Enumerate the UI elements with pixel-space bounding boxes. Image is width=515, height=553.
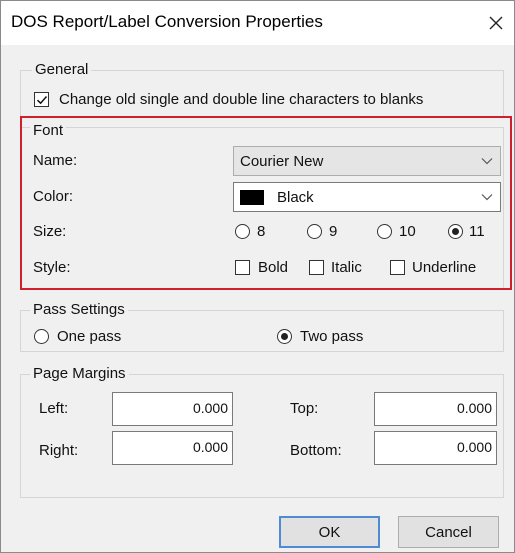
font-style-label: Style: bbox=[33, 259, 71, 276]
window-title: DOS Report/Label Conversion Properties bbox=[11, 12, 323, 31]
font-name-select[interactable]: Courier New bbox=[233, 146, 501, 176]
chevron-down-icon bbox=[481, 158, 493, 165]
change-lines-label: Change old single and double line charac… bbox=[59, 91, 424, 108]
size-radio-8[interactable] bbox=[235, 224, 250, 239]
ok-button[interactable]: OK bbox=[279, 516, 380, 548]
left-margin-input[interactable]: 0.000 bbox=[112, 392, 233, 426]
top-margin-input[interactable]: 0.000 bbox=[374, 392, 497, 426]
size-label-8: 8 bbox=[257, 223, 266, 240]
bottom-margin-label: Bottom: bbox=[290, 442, 342, 459]
title-bar: DOS Report/Label Conversion Properties bbox=[1, 1, 514, 45]
general-legend: General bbox=[32, 61, 92, 79]
left-margin-label: Left: bbox=[39, 400, 69, 417]
font-color-select[interactable]: Black bbox=[233, 182, 501, 212]
right-margin-input[interactable]: 0.000 bbox=[112, 431, 233, 465]
one-pass-radio[interactable] bbox=[34, 329, 49, 344]
font-name-label: Name: bbox=[33, 152, 78, 169]
margins-legend: Page Margins bbox=[30, 365, 129, 383]
right-margin-label: Right: bbox=[39, 442, 79, 459]
bottom-margin-input[interactable]: 0.000 bbox=[374, 431, 497, 465]
style-italic-label: Italic bbox=[331, 259, 362, 276]
close-button[interactable] bbox=[478, 1, 514, 45]
size-radio-10[interactable] bbox=[377, 224, 392, 239]
style-underline-checkbox[interactable] bbox=[390, 260, 405, 275]
size-label-11: 11 bbox=[469, 223, 485, 240]
pass-legend: Pass Settings bbox=[30, 301, 128, 319]
two-pass-label: Two pass bbox=[300, 328, 364, 345]
style-italic-checkbox[interactable] bbox=[309, 260, 324, 275]
style-bold-label: Bold bbox=[258, 259, 289, 276]
size-radio-11[interactable] bbox=[448, 224, 463, 239]
size-label-9: 9 bbox=[329, 223, 338, 240]
color-swatch bbox=[240, 189, 264, 205]
font-color-label: Color: bbox=[33, 188, 74, 205]
close-icon bbox=[489, 16, 503, 30]
size-label-10: 10 bbox=[399, 223, 416, 240]
font-name-value: Courier New bbox=[240, 152, 324, 170]
change-lines-checkbox[interactable] bbox=[34, 92, 49, 107]
style-underline-label: Underline bbox=[412, 259, 477, 276]
cancel-button[interactable]: Cancel bbox=[398, 516, 499, 548]
checkmark-icon bbox=[36, 96, 48, 105]
font-color-value: Black bbox=[277, 188, 314, 206]
style-bold-checkbox[interactable] bbox=[235, 260, 250, 275]
font-legend: Font bbox=[30, 122, 67, 140]
size-radio-9[interactable] bbox=[307, 224, 322, 239]
properties-dialog: DOS Report/Label Conversion Properties G… bbox=[0, 0, 515, 553]
two-pass-radio[interactable] bbox=[277, 329, 292, 344]
one-pass-label: One pass bbox=[57, 328, 122, 345]
chevron-down-icon bbox=[481, 194, 493, 201]
font-size-label: Size: bbox=[33, 223, 67, 240]
top-margin-label: Top: bbox=[290, 400, 319, 417]
